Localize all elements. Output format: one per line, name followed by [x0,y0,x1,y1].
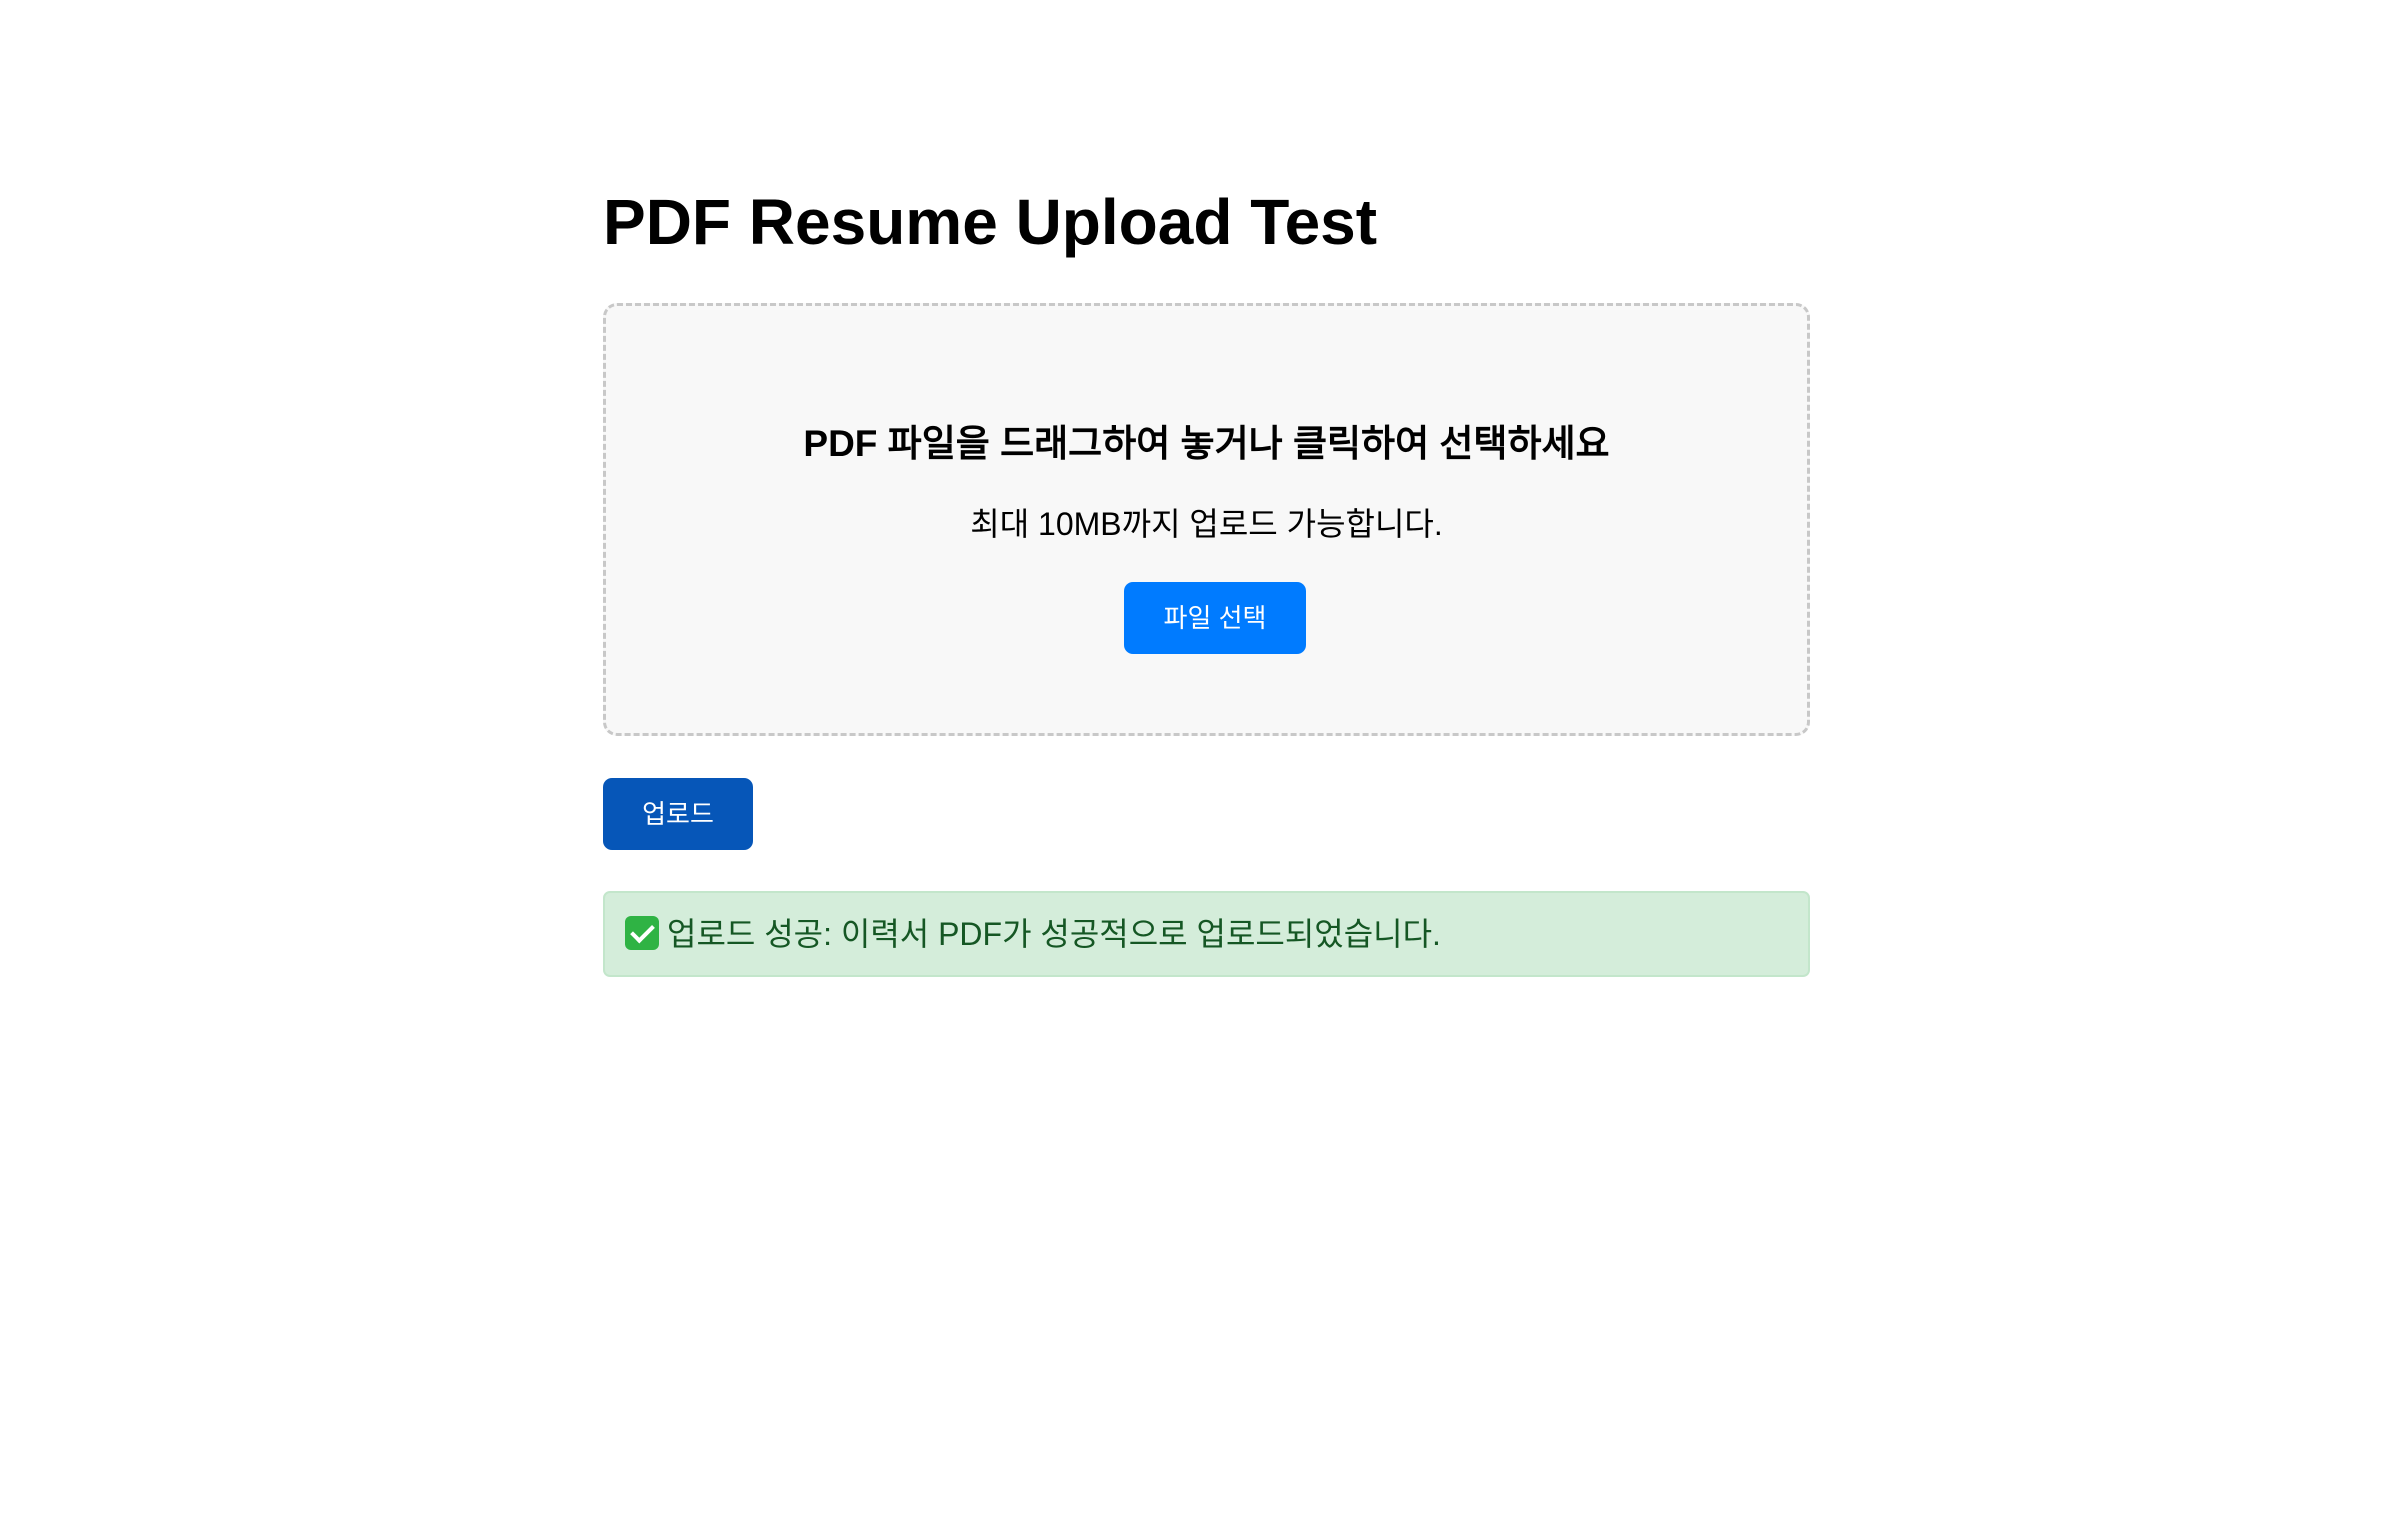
pdf-dropzone[interactable]: PDF 파일을 드래그하여 놓거나 클릭하여 선택하세요 최대 10MB까지 업… [603,303,1810,736]
check-mark-icon [625,916,659,950]
upload-button[interactable]: 업로드 [603,778,753,850]
status-prefix: 업로드 성공: [667,916,832,952]
upload-test-container: PDF Resume Upload Test PDF 파일을 드래그하여 놓거나… [603,160,1810,977]
page-title: PDF Resume Upload Test [603,186,1378,258]
select-file-button[interactable]: 파일 선택 [1124,582,1306,654]
upload-status-message: 업로드 성공: 이력서 PDF가 성공적으로 업로드되었습니다. [603,891,1810,977]
dropzone-title: PDF 파일을 드래그하여 놓거나 클릭하여 선택하세요 [803,423,1610,464]
dropzone-size-hint: 최대 10MB까지 업로드 가능합니다. [970,506,1443,542]
status-message-text: 이력서 PDF가 성공적으로 업로드되었습니다. [840,916,1441,952]
